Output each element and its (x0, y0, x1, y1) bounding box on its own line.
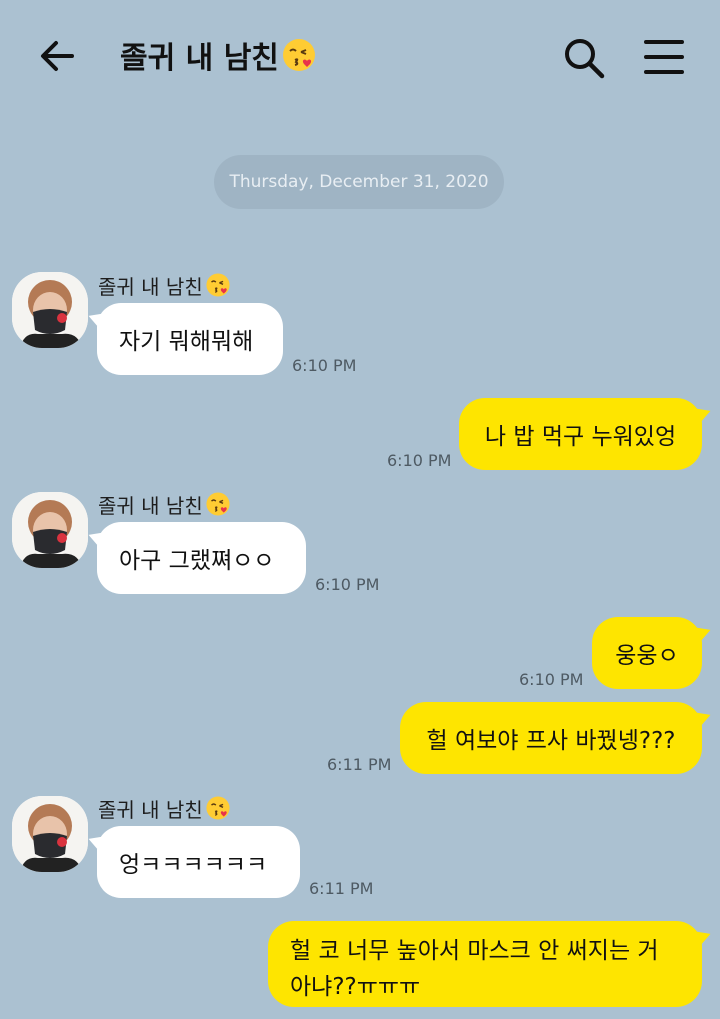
message-time: 6:10 PM (519, 670, 584, 689)
message-time: 6:10 PM (292, 356, 357, 375)
back-button[interactable] (36, 36, 80, 76)
avatar[interactable] (12, 272, 88, 348)
sender-name-text: 졸귀 내 남친 (98, 493, 203, 518)
message-bubble-outgoing[interactable]: 웅웅ㅇ (592, 617, 702, 689)
avatar[interactable] (12, 796, 88, 872)
profile-photo (12, 796, 88, 872)
message-time: 6:11 PM (309, 879, 374, 898)
sender-name: 졸귀 내 남친 (98, 270, 231, 300)
message-text: 아구 그랬쪄ㅇㅇ (119, 548, 275, 574)
sender-name: 졸귀 내 남친 (98, 793, 231, 823)
kissing-face-emoji (282, 39, 315, 71)
message-text: 헐 여보야 프사 바꿨넹??? (426, 728, 676, 754)
sender-name-text: 졸귀 내 남친 (98, 797, 203, 822)
message-bubble-outgoing[interactable]: 나 밥 먹구 누워있엉 (459, 398, 702, 470)
sender-name-text: 졸귀 내 남친 (98, 274, 203, 299)
message-bubble-incoming[interactable]: 자기 뭐해뭐해 (97, 303, 283, 375)
kissing-face-emoji (206, 492, 230, 516)
arrow-left-icon (41, 41, 74, 71)
message-bubble-outgoing[interactable]: 헐 코 너무 높아서 마스크 안 써지는 거 아냐??ㅠㅠㅠ (268, 921, 702, 1007)
message-text: 웅웅ㅇ (615, 643, 679, 669)
kissing-face-emoji (206, 796, 230, 820)
message-time: 6:10 PM (387, 451, 452, 470)
menu-button[interactable] (642, 38, 686, 76)
message-bubble-incoming[interactable]: 아구 그랬쪄ㅇㅇ (97, 522, 306, 594)
hamburger-menu-icon (644, 40, 684, 74)
profile-photo (12, 492, 88, 568)
message-text: 엉ㅋㅋㅋㅋㅋㅋ (119, 852, 268, 878)
search-icon (565, 39, 605, 79)
message-text: 나 밥 먹구 누워있엉 (484, 424, 677, 450)
sender-name: 졸귀 내 남친 (98, 489, 231, 519)
kissing-face-emoji (206, 273, 230, 297)
chat-title: 졸귀 내 남친 (120, 32, 317, 78)
search-button[interactable] (562, 36, 606, 80)
message-time: 6:10 PM (315, 575, 380, 594)
message-text: 자기 뭐해뭐해 (119, 329, 254, 355)
avatar[interactable] (12, 492, 88, 568)
chat-header: 졸귀 내 남친 (0, 0, 720, 112)
message-bubble-incoming[interactable]: 엉ㅋㅋㅋㅋㅋㅋ (97, 826, 300, 898)
profile-photo (12, 272, 88, 348)
message-bubble-outgoing[interactable]: 헐 여보야 프사 바꿨넹??? (400, 702, 702, 774)
chat-title-text: 졸귀 내 남친 (120, 41, 279, 76)
date-separator: Thursday, December 31, 2020 (214, 155, 504, 209)
message-time: 6:11 PM (327, 755, 392, 774)
message-text: 헐 코 너무 높아서 마스크 안 써지는 거 아냐??ㅠㅠㅠ (290, 938, 659, 1000)
